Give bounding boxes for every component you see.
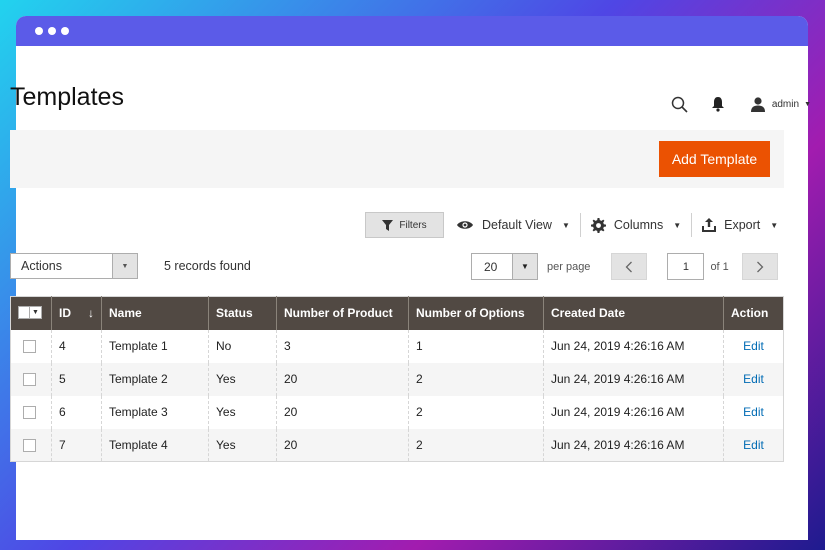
pagination: 20 ▼ per page of 1 [471,253,778,280]
cell-name: Template 4 [101,428,209,462]
export-label: Export [724,218,761,232]
row-checkbox[interactable] [23,340,36,354]
mass-actions-label: Actions [21,259,62,273]
cell-status: No [208,329,277,363]
column-header-products[interactable]: Number of Product [276,296,409,330]
chevron-down-icon: ▼ [561,220,570,230]
chevron-left-icon [626,261,633,272]
edit-link[interactable]: Edit [743,438,764,452]
user-name: admin [771,98,800,110]
column-header-options[interactable]: Number of Options [408,296,544,330]
column-header-name[interactable]: Name [101,296,209,330]
export-dropdown[interactable]: Export ▼ [702,218,778,232]
chevron-down-icon: ▼ [112,254,137,278]
columns-dropdown[interactable]: Columns ▼ [590,217,682,233]
cell-created: Jun 24, 2019 4:26:16 AM [543,329,724,363]
current-page-input[interactable] [667,253,705,280]
grid-toolbar: Filters Default View ▼ Columns ▼ Export … [365,212,778,238]
cell-name: Template 2 [101,362,209,396]
window-dot [61,27,69,35]
row-checkbox[interactable] [23,406,36,420]
row-checkbox[interactable] [23,373,36,387]
mass-actions-select[interactable]: Actions ▼ [10,253,138,279]
cell-id: 6 [51,395,102,429]
cell-options: 2 [408,428,544,462]
cell-name: Template 1 [101,329,209,363]
filters-button[interactable]: Filters [365,212,444,238]
table-row: 7 Template 4 Yes 20 2 Jun 24, 2019 4:26:… [10,428,784,462]
cell-options: 2 [408,395,544,429]
page-title: Templates [10,83,124,111]
view-dropdown[interactable]: Default View ▼ [456,218,570,232]
chevron-down-icon[interactable]: ▼ [29,306,41,318]
column-header-id[interactable]: ID ↓ [51,296,102,330]
page-count: of 1 [710,260,729,273]
select-all-header: ▼ [10,296,52,330]
cell-id: 5 [51,362,102,396]
cell-id: 4 [51,329,102,363]
eye-icon [457,221,473,229]
table-row: 5 Template 2 Yes 20 2 Jun 24, 2019 4:26:… [10,362,784,396]
window-titlebar [16,16,808,46]
filter-icon [382,219,394,231]
toolbar-divider [579,213,581,237]
cell-status: Yes [208,362,277,396]
add-template-button[interactable]: Add Template [659,141,770,177]
cell-options: 2 [408,362,544,396]
column-header-label: ID [59,306,71,321]
edit-link[interactable]: Edit [743,339,764,353]
cell-status: Yes [208,428,277,462]
bell-icon[interactable] [709,95,727,113]
sort-down-icon: ↓ [88,306,94,321]
table-header-row: ▼ ID ↓ Name Status Number of Product Num… [10,296,784,330]
user-menu[interactable]: admin ▼ [749,95,811,113]
edit-link[interactable]: Edit [743,372,764,386]
checkbox[interactable] [19,306,29,318]
table-row: 4 Template 1 No 3 1 Jun 24, 2019 4:26:16… [10,329,784,363]
filters-label: Filters [399,219,427,231]
templates-table: ▼ ID ↓ Name Status Number of Product Num… [10,296,784,462]
mass-select-checkbox[interactable]: ▼ [18,305,42,319]
edit-link[interactable]: Edit [743,405,764,419]
cell-name: Template 3 [101,395,209,429]
cell-created: Jun 24, 2019 4:26:16 AM [543,428,724,462]
table-row: 6 Template 3 Yes 20 2 Jun 24, 2019 4:26:… [10,395,784,429]
cell-id: 7 [51,428,102,462]
cell-created: Jun 24, 2019 4:26:16 AM [543,362,724,396]
records-found: 5 records found [164,259,251,273]
window-dot [35,27,43,35]
cell-products: 20 [276,395,409,429]
per-page-label: per page [547,260,591,273]
page-action-bar: Add Template [10,130,784,188]
view-label: Default View [482,218,552,232]
chevron-down-icon: ▼ [512,254,537,279]
chevron-down-icon: ▼ [673,220,682,230]
user-icon [749,95,767,113]
cell-status: Yes [208,395,277,429]
chevron-right-icon [756,261,764,272]
column-header-action: Action [723,296,784,330]
cell-options: 1 [408,329,544,363]
cell-created: Jun 24, 2019 4:26:16 AM [543,395,724,429]
column-header-status[interactable]: Status [208,296,277,330]
previous-page-button[interactable] [611,253,648,280]
window-dot [48,27,56,35]
header-actions: admin ▼ [671,95,811,113]
per-page-value: 20 [484,259,498,274]
next-page-button[interactable] [741,253,778,280]
chevron-down-icon: ▼ [804,100,811,108]
cell-products: 20 [276,428,409,462]
gear-icon [590,217,606,233]
toolbar-divider [691,213,693,237]
export-icon [702,218,717,232]
column-header-created[interactable]: Created Date [543,296,724,330]
per-page-select[interactable]: 20 ▼ [471,253,538,280]
chevron-down-icon: ▼ [770,220,779,230]
cell-products: 3 [276,329,409,363]
search-icon[interactable] [671,95,689,113]
row-checkbox[interactable] [23,438,36,452]
columns-label: Columns [613,218,664,232]
cell-products: 20 [276,362,409,396]
